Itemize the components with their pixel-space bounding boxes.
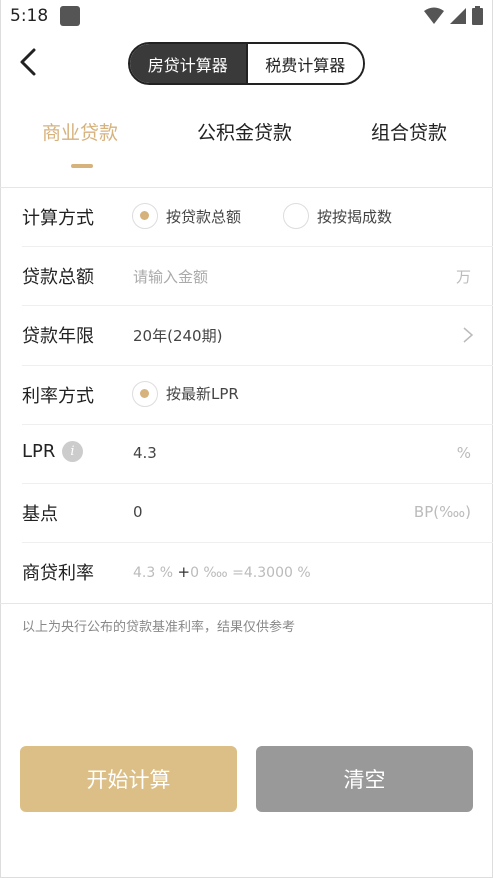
loan-term-value[interactable]: 20年(240期) — [133, 325, 222, 346]
commercial-rate-label: 商贷利率 — [22, 563, 94, 585]
app-notification-icon — [60, 6, 80, 26]
formula-lpr: 4.3 % — [133, 565, 174, 582]
basis-points-unit: BP(‱) — [413, 502, 471, 521]
radio-by-mortgage-ratio[interactable]: 按按揭成数 — [283, 203, 392, 229]
basis-points-label: 基点 — [22, 503, 58, 525]
radio-checked-icon — [132, 203, 158, 229]
radio-by-mortgage-ratio-label: 按按揭成数 — [317, 207, 393, 226]
loan-amount-label: 贷款总额 — [22, 267, 94, 289]
radio-checked-icon — [132, 380, 158, 407]
disclaimer-note: 以上为央行公布的贷款基准利率，结果仅供参考 — [22, 620, 296, 635]
basis-points-input[interactable]: 0 — [133, 503, 143, 521]
tab-combination-loan[interactable]: 组合贷款 — [371, 118, 447, 145]
row-commercial-rate: 商贷利率 4.3 % +0 ‱ =4.3000 % — [22, 543, 493, 602]
tab-provident-fund-loan[interactable]: 公积金贷款 — [197, 118, 292, 145]
radio-latest-lpr-label: 按最新LPR — [166, 385, 239, 404]
row-rate-method: 利率方式 按最新LPR — [22, 366, 493, 425]
wifi-icon — [424, 7, 444, 24]
segment-mortgage-calculator[interactable]: 房贷计算器 — [130, 44, 246, 83]
commercial-rate-formula: 4.3 % +0 ‱ =4.3000 % — [133, 563, 311, 581]
segment-tax-calculator[interactable]: 税费计算器 — [245, 44, 363, 83]
calc-method-label: 计算方式 — [22, 208, 94, 229]
radio-unchecked-icon — [283, 203, 309, 229]
back-button[interactable] — [10, 42, 46, 82]
loan-amount-input[interactable]: 请输入金额 — [133, 266, 208, 287]
calculator-switch: 房贷计算器 税费计算器 — [128, 42, 365, 85]
start-calculation-button[interactable]: 开始计算 — [20, 746, 237, 812]
signal-icon — [450, 7, 466, 24]
formula-result: =4.3000 % — [232, 565, 311, 582]
loan-amount-unit: 万 — [455, 268, 471, 287]
status-bar: 5:18 — [0, 0, 493, 34]
lpr-label: LPR — [22, 440, 56, 462]
radio-by-loan-amount-label: 按贷款总额 — [166, 207, 242, 226]
lpr-value[interactable]: 4.3 — [133, 444, 157, 462]
radio-by-loan-amount[interactable]: 按贷款总额 — [132, 203, 241, 229]
formula-plus: + — [177, 563, 191, 582]
status-icons — [424, 6, 483, 25]
tab-active-indicator — [71, 164, 93, 168]
row-basis-points: 基点 0 BP(‱) — [22, 484, 493, 544]
battery-icon — [472, 6, 483, 25]
tab-commercial-loan[interactable]: 商业贷款 — [42, 118, 118, 145]
back-arrow-icon — [20, 48, 36, 76]
info-icon[interactable]: i — [62, 440, 83, 462]
status-time: 5:18 — [10, 6, 49, 26]
form-divider — [0, 603, 493, 604]
row-calc-method: 计算方式 按贷款总额 按按揭成数 — [22, 188, 493, 248]
radio-latest-lpr[interactable]: 按最新LPR — [132, 380, 239, 407]
clear-button[interactable]: 清空 — [256, 746, 473, 812]
chevron-right-icon — [463, 327, 474, 343]
loan-form: 计算方式 按贷款总额 按按揭成数 贷款总额 请输入金额 万 贷款年限 20年(2… — [0, 188, 493, 602]
row-lpr: LPR i 4.3 % — [22, 425, 493, 484]
rate-method-label: 利率方式 — [22, 385, 94, 407]
loan-type-tabs: 商业贷款 公积金贷款 组合贷款 — [0, 104, 493, 184]
row-loan-amount: 贷款总额 请输入金额 万 — [22, 247, 493, 307]
top-nav: 房贷计算器 税费计算器 — [0, 34, 493, 90]
row-loan-term[interactable]: 贷款年限 20年(240期) — [22, 306, 493, 366]
lpr-unit: % — [456, 443, 471, 462]
formula-bp: 0 ‱ — [190, 565, 228, 582]
loan-term-label: 贷款年限 — [22, 326, 94, 348]
